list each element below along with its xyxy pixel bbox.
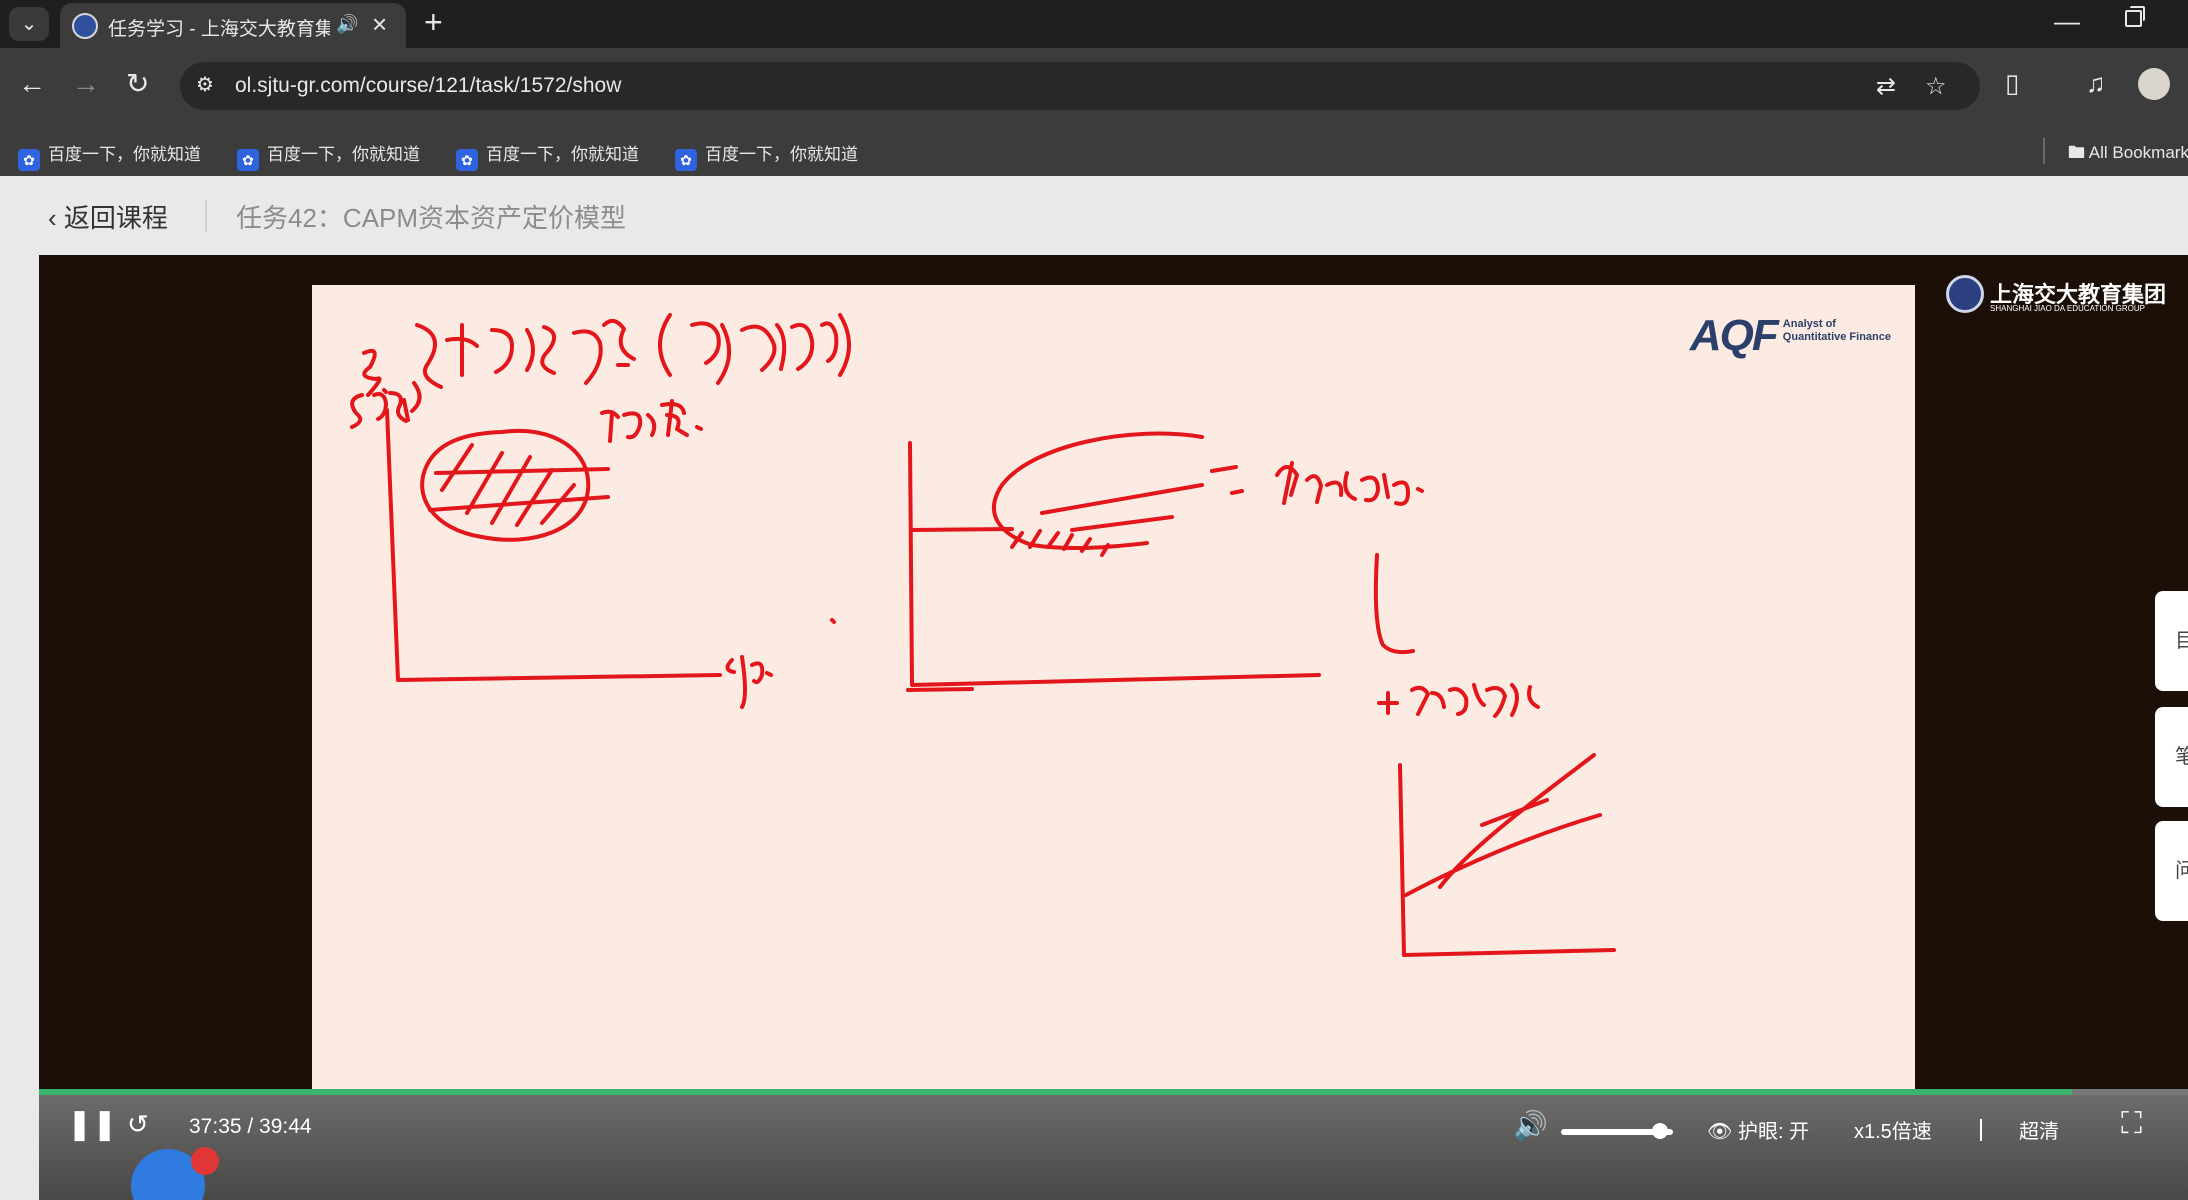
address-bar[interactable]: ⚙ ol.sjtu-gr.com/course/121/task/1572/sh… bbox=[180, 62, 1980, 110]
school-name-en: SHANGHAI JIAO DA EDUCATION GROUP bbox=[1990, 304, 2145, 313]
notification-dot bbox=[191, 1147, 219, 1175]
forward-arrow-icon[interactable]: → bbox=[72, 66, 100, 102]
bookmark-label: 百度一下，你就知道 bbox=[486, 145, 639, 164]
bookmark-item[interactable]: ✿ 百度一下，你就知道 bbox=[237, 140, 420, 171]
tab-search-chevron-icon[interactable]: ⌄ bbox=[9, 7, 49, 41]
side-tab-notes[interactable]: 笔 bbox=[2155, 707, 2188, 807]
bookmark-item[interactable]: ✿ 百度一下，你就知道 bbox=[456, 140, 639, 171]
pause-icon[interactable]: ❚❚ bbox=[67, 1107, 117, 1142]
handwriting-annotations bbox=[350, 313, 1616, 957]
bookmark-label: 百度一下，你就知道 bbox=[267, 145, 420, 164]
bookmark-item[interactable]: ✿ 百度一下，你就知道 bbox=[675, 140, 858, 171]
time-display: 37:35 / 39:44 bbox=[189, 1115, 312, 1138]
side-tab-questions[interactable]: 问 bbox=[2155, 821, 2188, 921]
media-controls-icon[interactable]: ♫ bbox=[2086, 68, 2106, 99]
site-favicon-icon bbox=[72, 13, 98, 39]
tab-close-icon[interactable]: × bbox=[372, 10, 387, 38]
volume-knob[interactable] bbox=[1651, 1123, 1668, 1139]
baidu-paw-icon: ✿ bbox=[237, 149, 259, 171]
bookmark-label: 百度一下，你就知道 bbox=[48, 145, 201, 164]
lecture-slide: AQF Analyst of Quantitative Finance bbox=[312, 285, 1915, 1145]
all-bookmarks-label: All Bookmarks bbox=[2088, 143, 2188, 162]
baidu-paw-icon: ✿ bbox=[675, 149, 697, 171]
profile-avatar[interactable] bbox=[2138, 68, 2170, 100]
folder-icon: 🖿 bbox=[2068, 143, 2085, 162]
replay-10-icon[interactable]: ↺ bbox=[127, 1109, 149, 1140]
chart2-axes bbox=[906, 441, 1321, 692]
browser-toolbar: ← → ↻ ⚙ ol.sjtu-gr.com/course/121/task/1… bbox=[0, 48, 2188, 124]
chart3-label bbox=[1377, 683, 1540, 718]
reload-icon[interactable]: ↻ bbox=[126, 66, 149, 102]
bookmarks-divider bbox=[2043, 138, 2045, 164]
eye-icon: 👁 bbox=[1707, 1121, 1733, 1143]
task-title: 任务42：CAPM资本资产定价模型 bbox=[236, 203, 627, 233]
course-page: ‹ 返回课程 任务42：CAPM资本资产定价模型 AQF Analyst of Qu… bbox=[0, 176, 2188, 1200]
window-minimize-button[interactable]: — bbox=[2054, 6, 2080, 37]
url-text[interactable]: ol.sjtu-gr.com/course/121/task/1572/show bbox=[235, 74, 621, 98]
bookmarks-bar: ✿ 百度一下，你就知道 ✿ 百度一下，你就知道 ✿ 百度一下，你就知道 ✿ 百度一下，你… bbox=[0, 124, 2188, 177]
bookmark-label: 百度一下，你就知道 bbox=[705, 145, 858, 164]
chart3-axes bbox=[1398, 763, 1616, 957]
new-tab-button[interactable]: + bbox=[424, 4, 443, 40]
video-player[interactable]: AQF Analyst of Quantitative Finance 上海交大… bbox=[39, 255, 2188, 1200]
school-seal-icon bbox=[1946, 275, 1984, 313]
chart2-lines bbox=[910, 483, 1244, 532]
back-arrow-icon[interactable]: ← bbox=[18, 66, 46, 102]
chart3-curves bbox=[1404, 753, 1602, 897]
site-info-icon[interactable]: ⚙ bbox=[196, 73, 220, 97]
chart1-hatch bbox=[440, 443, 576, 527]
chart1-label-feasible bbox=[600, 399, 703, 443]
eye-protection-toggle[interactable]: 👁 护眼: 开 bbox=[1707, 1115, 1809, 1144]
all-bookmarks-button[interactable]: 🖿 All Bookmarks bbox=[2068, 140, 2188, 169]
baidu-paw-icon: ✿ bbox=[18, 149, 40, 171]
heading-scribble bbox=[362, 313, 851, 397]
quality-button[interactable]: 超清 bbox=[2019, 1115, 2059, 1144]
baidu-paw-icon: ✿ bbox=[456, 149, 478, 171]
chart2-dash bbox=[1210, 465, 1238, 473]
eye-protection-label: 护眼: 开 bbox=[1737, 1121, 1810, 1143]
window-restore-button[interactable] bbox=[2125, 6, 2145, 27]
bookmark-star-icon[interactable]: ☆ bbox=[1925, 72, 1947, 101]
side-tab-catalog[interactable]: 目 bbox=[2155, 591, 2188, 691]
chevron-left-icon: ‹ bbox=[48, 203, 57, 233]
speed-button[interactable]: x1.5倍速 bbox=[1854, 1115, 1932, 1144]
chart1-xlabel bbox=[725, 655, 773, 709]
player-controls: ❚❚ ↺ 37:35 / 39:44 🔊 👁 护眼: 开 x1.5倍速 超清 ⛶ bbox=[39, 1095, 2188, 1200]
chart2-label-efficient bbox=[1275, 461, 1424, 506]
extensions-icon[interactable]: ▯ bbox=[2005, 68, 2019, 99]
volume-icon[interactable]: 🔊 bbox=[1513, 1109, 1548, 1142]
header-divider bbox=[205, 200, 207, 232]
browser-tab-active[interactable]: 任务学习 - 上海交大教育集团 🔊 × bbox=[60, 3, 406, 48]
browser-tab-strip: ⌄ 任务学习 - 上海交大教育集团 🔊 × + — bbox=[0, 0, 2188, 48]
controls-divider bbox=[1980, 1119, 1982, 1141]
back-label: 返回课程 bbox=[63, 203, 168, 233]
translate-icon[interactable]: ⇄ bbox=[1876, 72, 1896, 101]
fullscreen-icon[interactable]: ⛶ bbox=[2121, 1107, 2142, 1141]
tab-audio-icon[interactable]: 🔊 bbox=[336, 14, 358, 35]
chart3-bracket bbox=[1373, 553, 1415, 655]
volume-slider[interactable] bbox=[1561, 1123, 1673, 1139]
back-to-course-link[interactable]: ‹ 返回课程 bbox=[48, 198, 168, 235]
bookmark-item[interactable]: ✿ 百度一下，你就知道 bbox=[18, 140, 201, 171]
stray-mark bbox=[830, 618, 836, 624]
tab-title: 任务学习 - 上海交大教育集团 bbox=[108, 19, 330, 40]
